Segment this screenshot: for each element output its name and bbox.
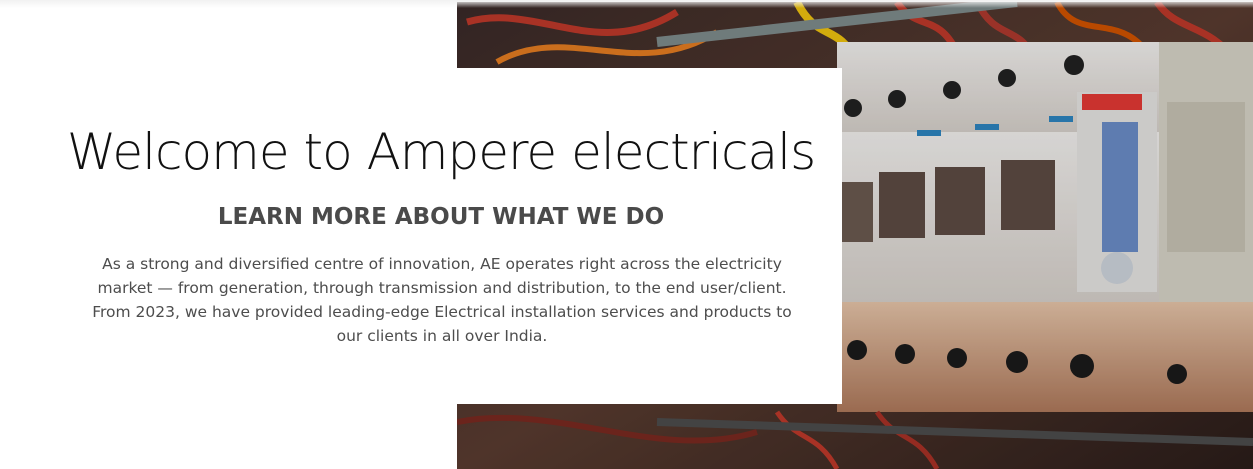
intro-card: Welcome to Ampere electricals LEARN MORE… <box>40 68 842 404</box>
header-shadow <box>0 0 1253 8</box>
section-subtitle: LEARN MORE ABOUT WHAT WE DO <box>217 204 665 230</box>
intro-description: As a strong and diversified centre of in… <box>92 255 792 345</box>
about-section: Welcome to Ampere electricals LEARN MORE… <box>0 0 1253 469</box>
page-title: Welcome to Ampere electricals <box>66 123 816 181</box>
